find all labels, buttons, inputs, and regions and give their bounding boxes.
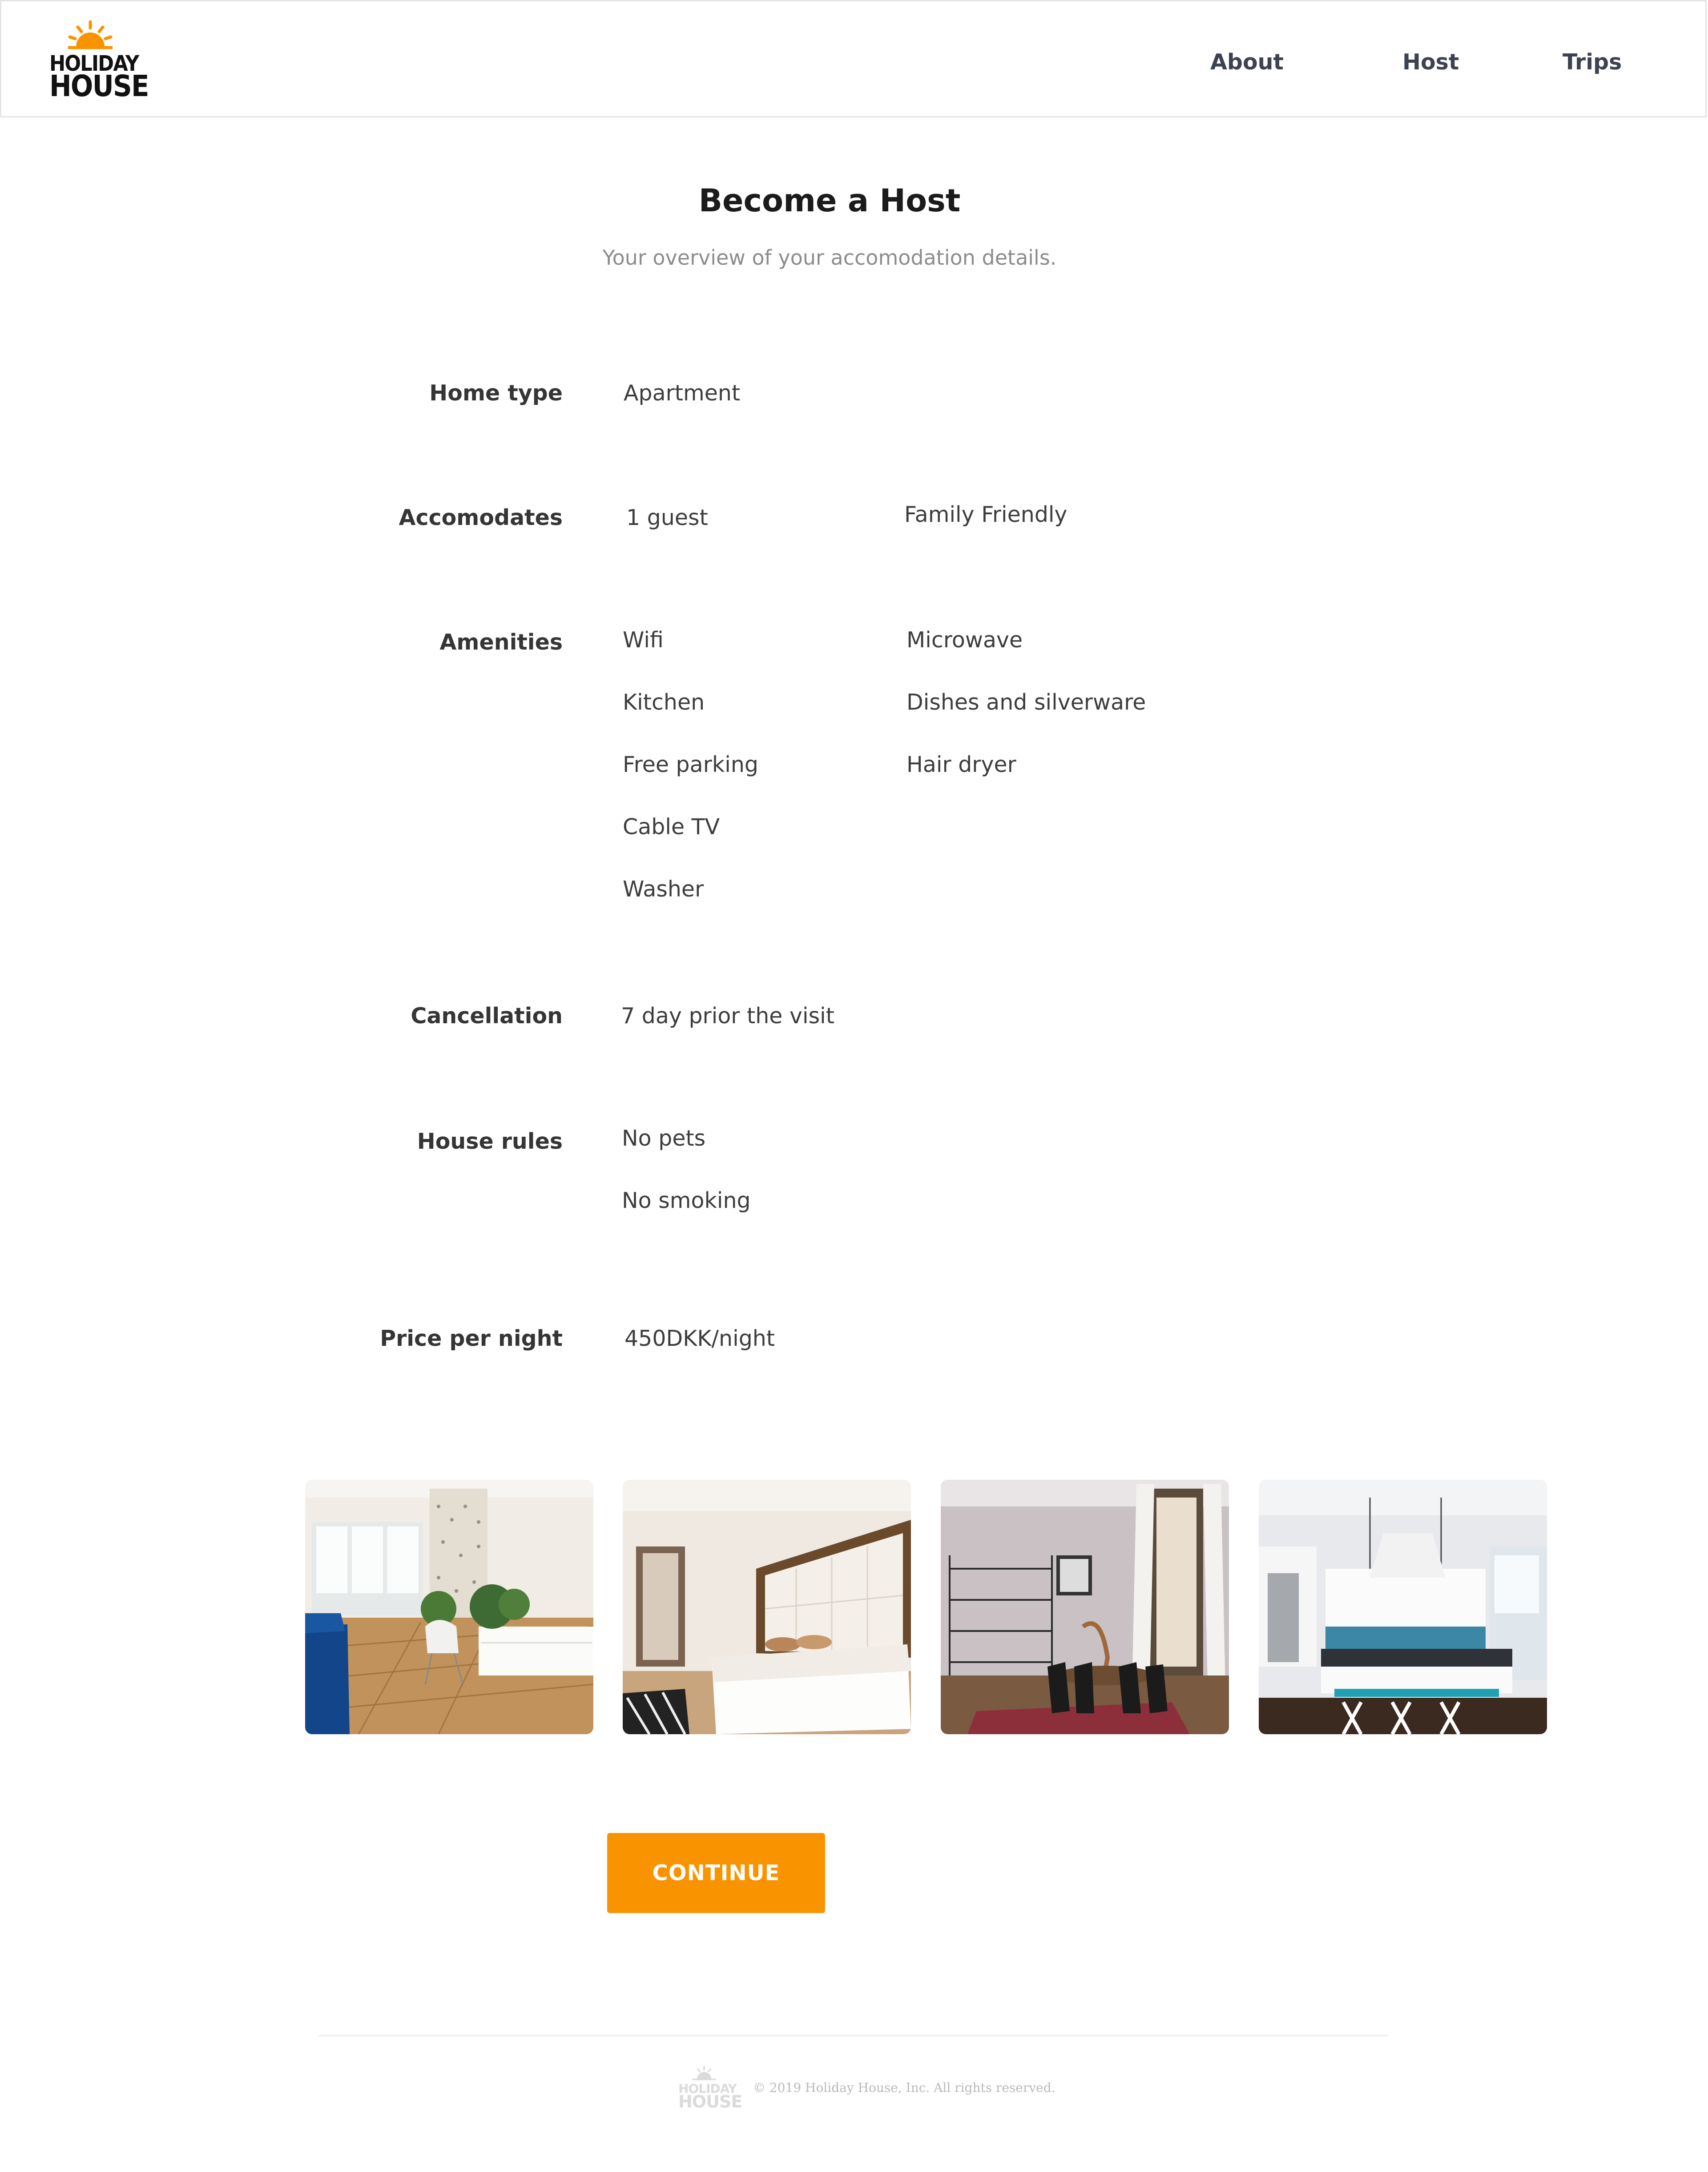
top-header: HOLIDAY HOUSE About Host Trips xyxy=(0,0,1707,117)
amenity-item: Washer xyxy=(623,876,704,902)
nav-link-host[interactable]: Host xyxy=(1402,49,1459,75)
sun-logo-icon xyxy=(68,20,113,49)
footer-divider xyxy=(318,2035,1388,2036)
amenity-item: Hair dryer xyxy=(906,752,1016,777)
house-rule-item: No pets xyxy=(622,1126,706,1151)
bedroom-photo[interactable] xyxy=(623,1480,911,1734)
amenity-item: Kitchen xyxy=(623,690,705,715)
nav-link-trips[interactable]: Trips xyxy=(1563,49,1622,75)
accomodates-guests-value: 1 guest xyxy=(626,505,708,530)
home-type-label: Home type xyxy=(429,380,563,406)
logo-text-house: HOUSE xyxy=(49,69,149,103)
page-title: Become a Host xyxy=(698,182,961,219)
footer-sun-icon xyxy=(692,2066,716,2080)
accomodates-label: Accomodates xyxy=(399,505,563,530)
amenity-item: Wifi xyxy=(623,627,664,653)
house-rule-item: No smoking xyxy=(622,1188,751,1213)
living-room-photo[interactable] xyxy=(305,1480,593,1734)
kitchen-photo[interactable] xyxy=(1259,1480,1547,1734)
nav-link-about[interactable]: About xyxy=(1210,49,1284,75)
dining-room-photo[interactable] xyxy=(941,1480,1229,1734)
accomodates-extra-value: Family Friendly xyxy=(904,502,1068,527)
footer-logo-text-house: HOUSE xyxy=(678,2092,742,2111)
house-rules-label: House rules xyxy=(417,1129,563,1154)
price-value: 450DKK/night xyxy=(624,1326,775,1351)
amenity-item: Free parking xyxy=(623,752,758,777)
page-subtitle: Your overview of your accomodation detai… xyxy=(602,246,1057,270)
continue-button[interactable]: CONTINUE xyxy=(607,1833,825,1913)
holiday-house-logo[interactable]: HOLIDAY HOUSE xyxy=(46,19,149,103)
footer-logo: HOLIDAY HOUSE xyxy=(678,2064,742,2113)
amenity-item: Microwave xyxy=(906,627,1023,653)
copyright-text: © 2019 Holiday House, Inc. All rights re… xyxy=(753,2080,1055,2095)
amenities-label: Amenities xyxy=(439,630,563,655)
amenity-item: Cable TV xyxy=(623,814,720,840)
price-label: Price per night xyxy=(380,1326,563,1351)
cancellation-label: Cancellation xyxy=(411,1003,563,1029)
amenity-item: Dishes and silverware xyxy=(906,690,1146,715)
home-type-value: Apartment xyxy=(624,380,741,406)
cancellation-value: 7 day prior the visit xyxy=(621,1003,834,1029)
